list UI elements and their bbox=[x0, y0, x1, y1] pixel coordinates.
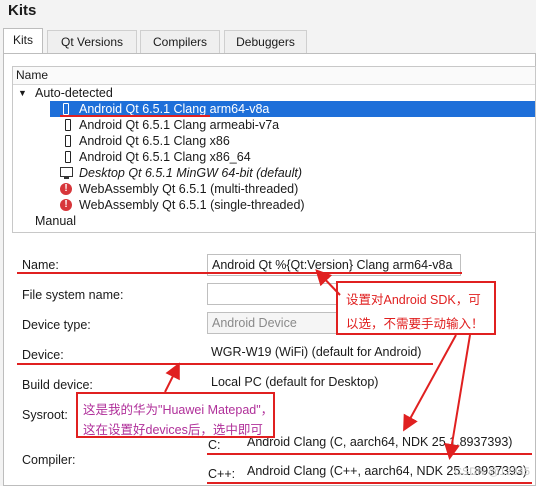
annotation-arrows bbox=[164, 269, 471, 460]
watermark-text: CSDN @12345 bbox=[454, 466, 530, 478]
